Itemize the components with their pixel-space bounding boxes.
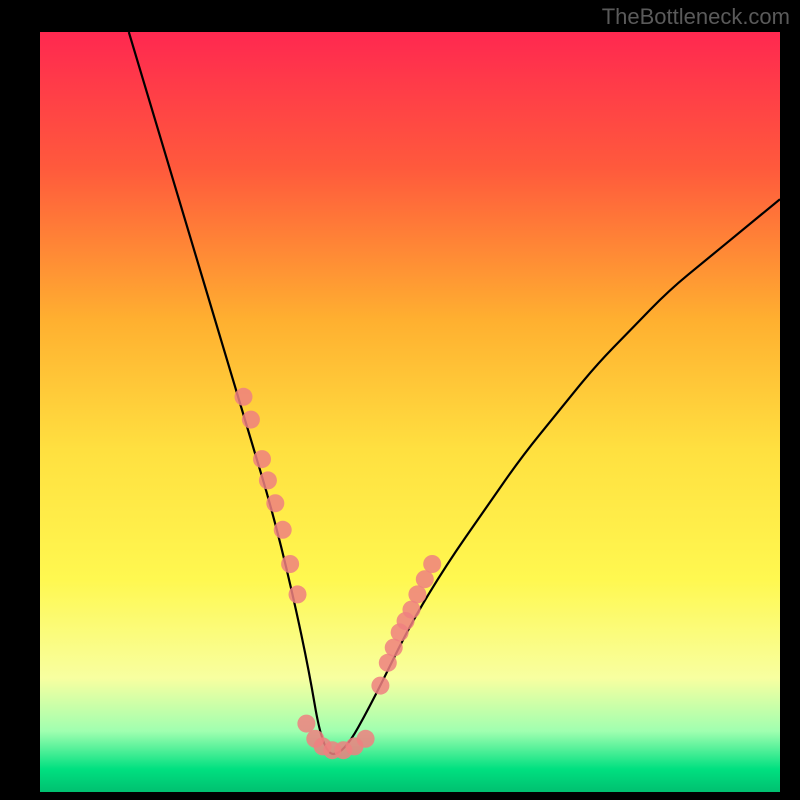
chart-canvas: TheBottleneck.com bbox=[0, 0, 800, 800]
marker-dot bbox=[242, 411, 260, 429]
plot-svg bbox=[40, 32, 780, 792]
marker-dot bbox=[235, 388, 253, 406]
marker-dot bbox=[259, 471, 277, 489]
gradient-background bbox=[40, 32, 780, 792]
marker-dot bbox=[357, 730, 375, 748]
plot-area bbox=[40, 32, 780, 792]
marker-dot bbox=[281, 555, 299, 573]
marker-dot bbox=[274, 521, 292, 539]
marker-dot bbox=[266, 494, 284, 512]
marker-dot bbox=[297, 715, 315, 733]
marker-dot bbox=[289, 585, 307, 603]
marker-dot bbox=[423, 555, 441, 573]
marker-dot bbox=[371, 677, 389, 695]
marker-dot bbox=[253, 450, 271, 468]
watermark-text: TheBottleneck.com bbox=[602, 4, 790, 30]
